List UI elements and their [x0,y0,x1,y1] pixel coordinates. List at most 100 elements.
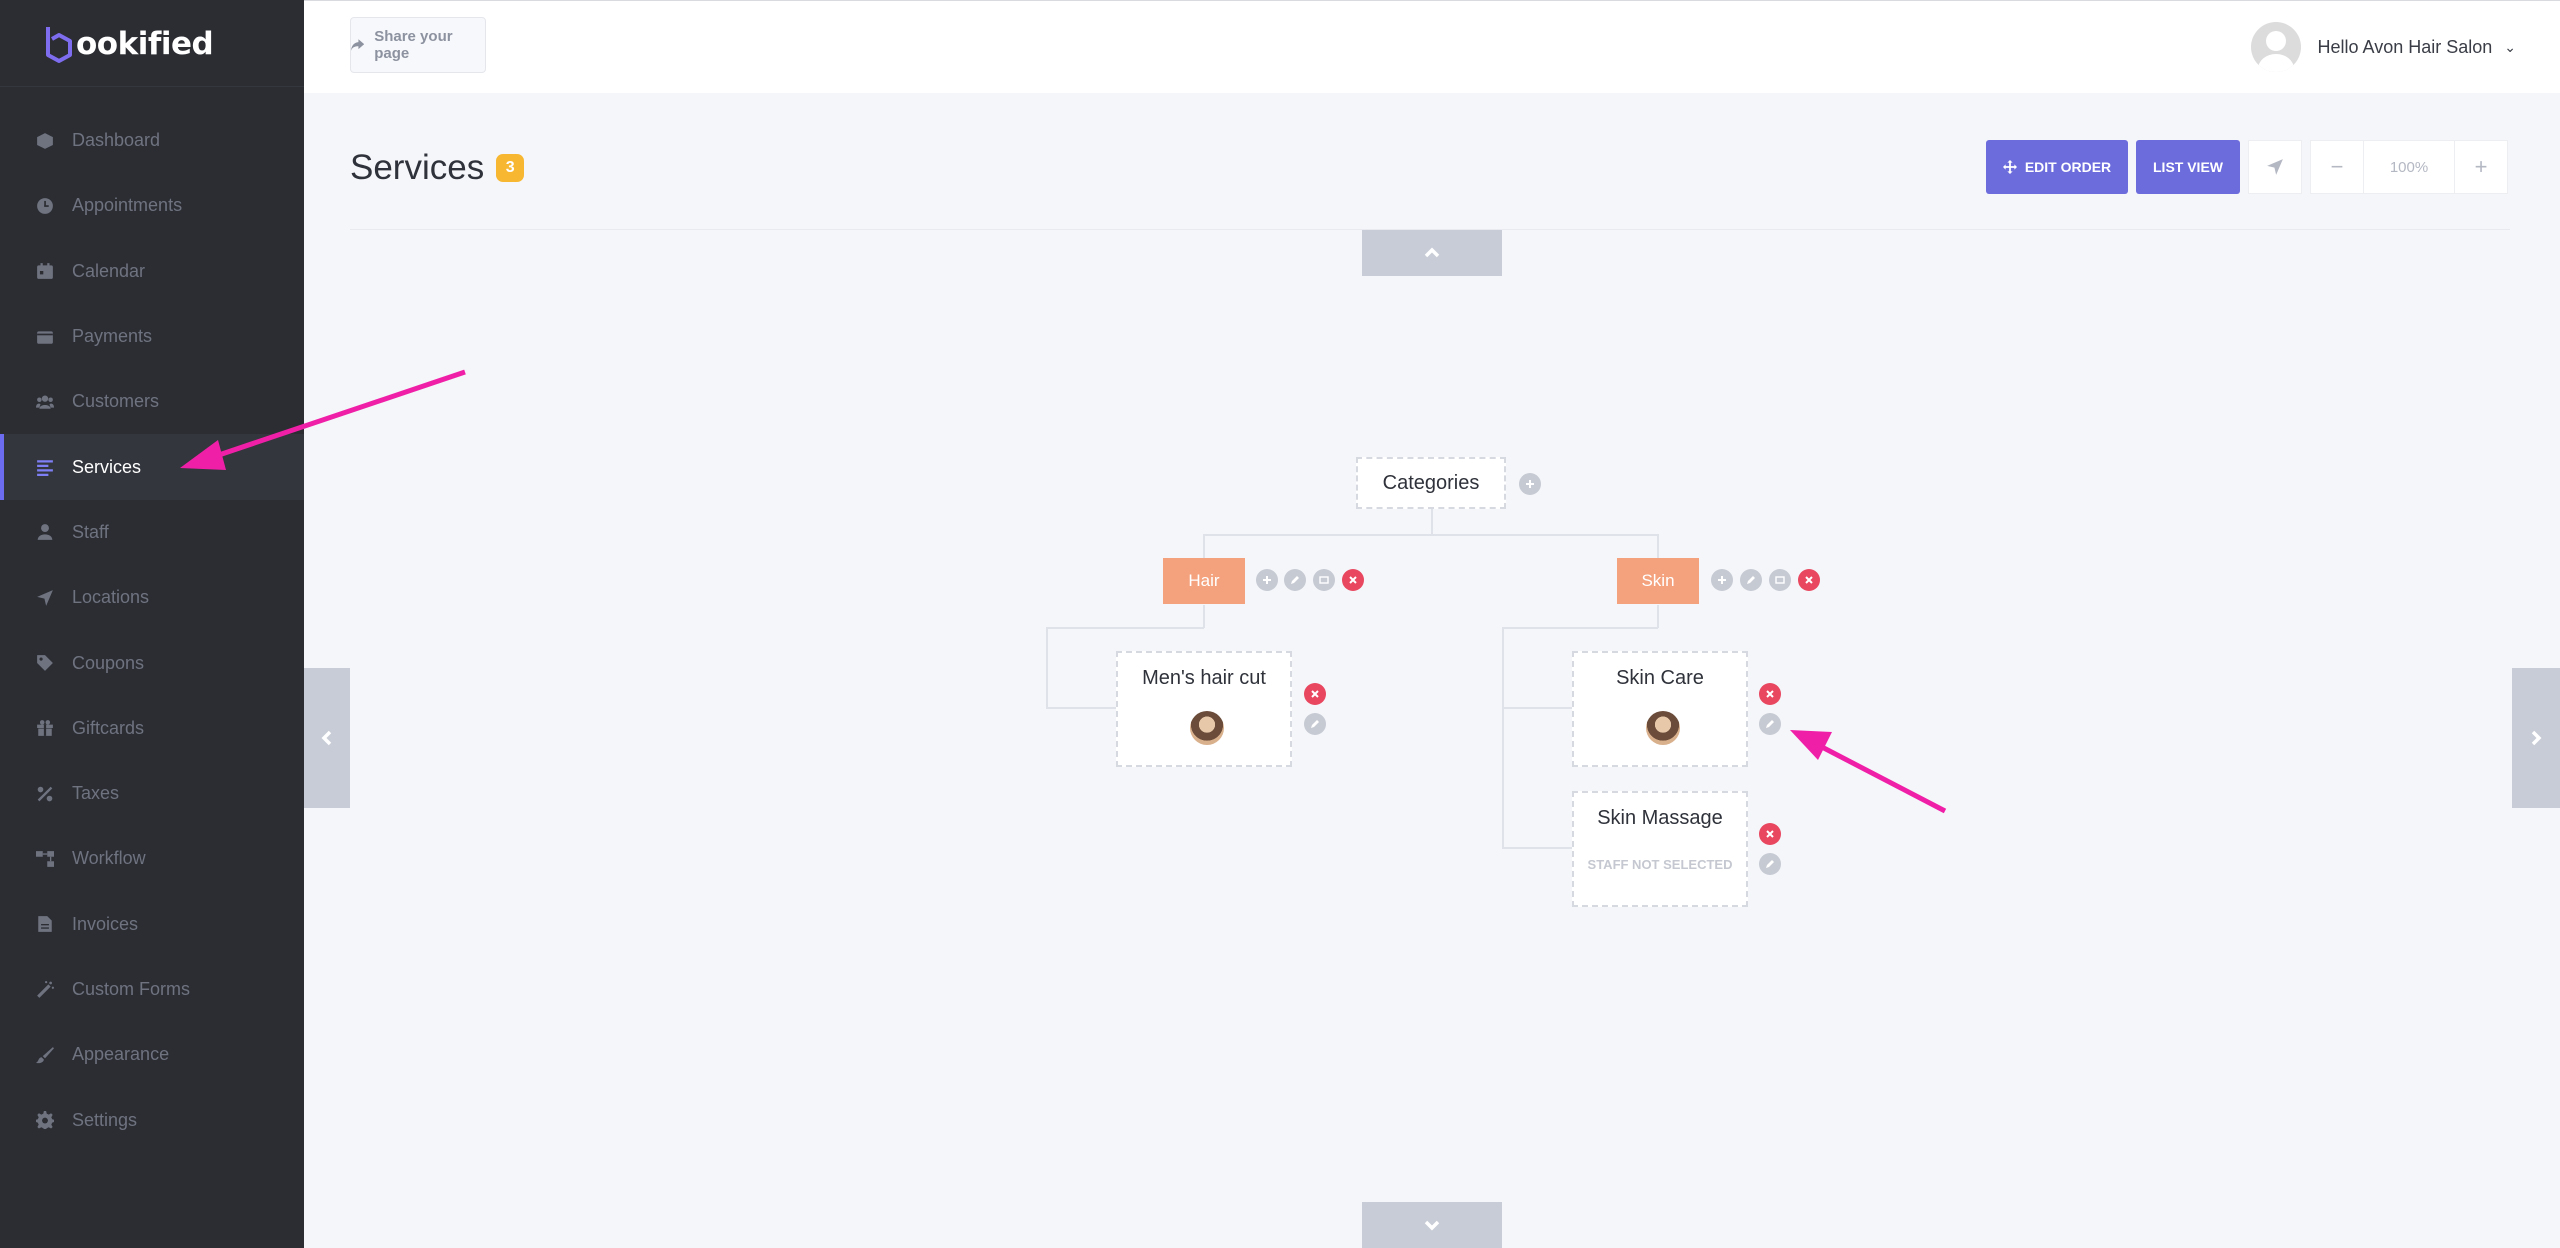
sidebar-item-workflow[interactable]: Workflow [0,826,304,891]
add-service-button[interactable] [1711,569,1733,591]
percent-icon [36,785,54,803]
services-count-badge: 3 [496,154,525,182]
category-image-button[interactable] [1313,569,1335,591]
plus-icon [1718,576,1726,584]
zoom-in-button[interactable]: + [2454,140,2508,194]
wallet-icon [36,328,54,346]
edit-category-button[interactable] [1740,569,1762,591]
pencil-icon [1766,720,1774,728]
sidebar-item-locations[interactable]: Locations [0,565,304,630]
list-view-button[interactable]: LIST VIEW [2136,140,2240,194]
scroll-right-button[interactable] [2512,668,2560,808]
pencil-icon [1747,576,1755,584]
brand-logo[interactable]: ookified [44,22,214,66]
delete-service-button[interactable] [1759,823,1781,845]
user-menu[interactable]: Hello Avon Hair Salon ⌄ [2251,21,2516,73]
edit-service-button[interactable] [1759,713,1781,735]
add-category-button[interactable] [1519,473,1541,495]
share-page-button[interactable]: Share your page [350,17,486,73]
sidebar-item-customers[interactable]: Customers [0,369,304,434]
sidebar-item-payments[interactable]: Payments [0,304,304,369]
sidebar-item-giftcards[interactable]: Giftcards [0,696,304,761]
sidebar-item-services[interactable]: Services [0,434,304,501]
sidebar-item-appearance[interactable]: Appearance [0,1022,304,1087]
sidebar-item-coupons[interactable]: Coupons [0,630,304,695]
tree-connector [1657,605,1659,628]
chevron-down-icon [1424,1220,1440,1231]
delete-service-button[interactable] [1304,683,1326,705]
calendar-icon [36,262,54,280]
user-icon [36,523,54,541]
sidebar-item-label: Services [72,456,142,477]
sidebar-item-label: Appointments [72,195,183,216]
service-card-skin-massage[interactable]: Skin Massage STAFF NOT SELECTED [1572,791,1748,907]
close-icon [1311,690,1319,698]
sidebar-item-invoices[interactable]: Invoices [0,892,304,957]
tree-connector [1502,707,1572,709]
edit-service-button[interactable] [1304,713,1326,735]
users-icon [36,393,54,411]
magic-icon [36,980,54,999]
category-label: Hair [1188,571,1220,590]
scroll-left-button[interactable] [304,668,350,808]
scroll-up-button[interactable] [1362,230,1502,276]
sidebar-item-taxes[interactable]: Taxes [0,761,304,826]
staff-avatar [1190,711,1224,745]
sidebar-nav: Dashboard Appointments Calendar Payments… [0,108,304,1153]
zoom-out-button[interactable]: − [2310,140,2364,194]
page-title-text: Services [350,148,485,187]
service-card-skin-care[interactable]: Skin Care [1572,651,1748,767]
user-greeting: Hello Avon Hair Salon [2317,36,2493,57]
location-arrow-icon [2267,159,2283,175]
sidebar-item-label: Settings [72,1109,138,1130]
category-skin[interactable]: Skin [1617,558,1699,604]
logo-b-icon [46,27,72,63]
sidebar-item-label: Locations [72,587,150,608]
locate-button[interactable] [2248,140,2302,194]
pencil-icon [1766,860,1774,868]
add-service-button[interactable] [1256,569,1278,591]
sidebar-divider [0,86,304,87]
category-image-button[interactable] [1769,569,1791,591]
service-name: Men's hair cut [1142,667,1266,689]
sidebar-item-appointments[interactable]: Appointments [0,173,304,238]
sidebar-item-settings[interactable]: Settings [0,1087,304,1152]
chevron-right-icon [2531,730,2542,746]
pencil-icon [1291,576,1299,584]
root-label: Categories [1382,471,1480,494]
sidebar-item-calendar[interactable]: Calendar [0,239,304,304]
sidebar-item-label: Calendar [72,260,146,281]
sidebar-item-dashboard[interactable]: Dashboard [0,108,304,173]
tree-connector [1203,605,1205,628]
sidebar-item-staff[interactable]: Staff [0,500,304,565]
delete-service-button[interactable] [1759,683,1781,705]
sidebar-item-label: Taxes [72,783,120,804]
delete-category-button[interactable] [1798,569,1820,591]
scroll-down-button[interactable] [1362,1202,1502,1248]
chevron-down-icon: ⌄ [2504,38,2516,55]
category-label: Skin [1641,571,1675,590]
image-icon [1319,576,1329,584]
tree-connector [1046,707,1116,709]
sidebar-item-custom-forms[interactable]: Custom Forms [0,957,304,1022]
categories-root-node[interactable]: Categories [1356,457,1506,509]
service-name: Skin Massage [1597,807,1723,829]
sidebar-item-label: Custom Forms [72,979,191,999]
delete-category-button[interactable] [1342,569,1364,591]
sidebar-item-label: Invoices [72,913,139,934]
close-icon [1766,690,1774,698]
edit-category-button[interactable] [1284,569,1306,591]
staff-avatar [1646,711,1680,745]
sidebar-item-label: Customers [72,391,160,412]
tree-connector [1502,847,1572,849]
tree-connector [1657,534,1659,559]
service-card-mens-hair-cut[interactable]: Men's hair cut [1116,651,1292,767]
category-hair[interactable]: Hair [1163,558,1245,604]
list-icon [36,458,54,477]
plus-icon [1263,576,1271,584]
edit-order-button[interactable]: EDIT ORDER [1986,140,2128,194]
edit-order-label: EDIT ORDER [2024,159,2112,175]
tag-icon [36,654,54,672]
edit-service-button[interactable] [1759,853,1781,875]
logo-text: ookified [76,26,214,62]
